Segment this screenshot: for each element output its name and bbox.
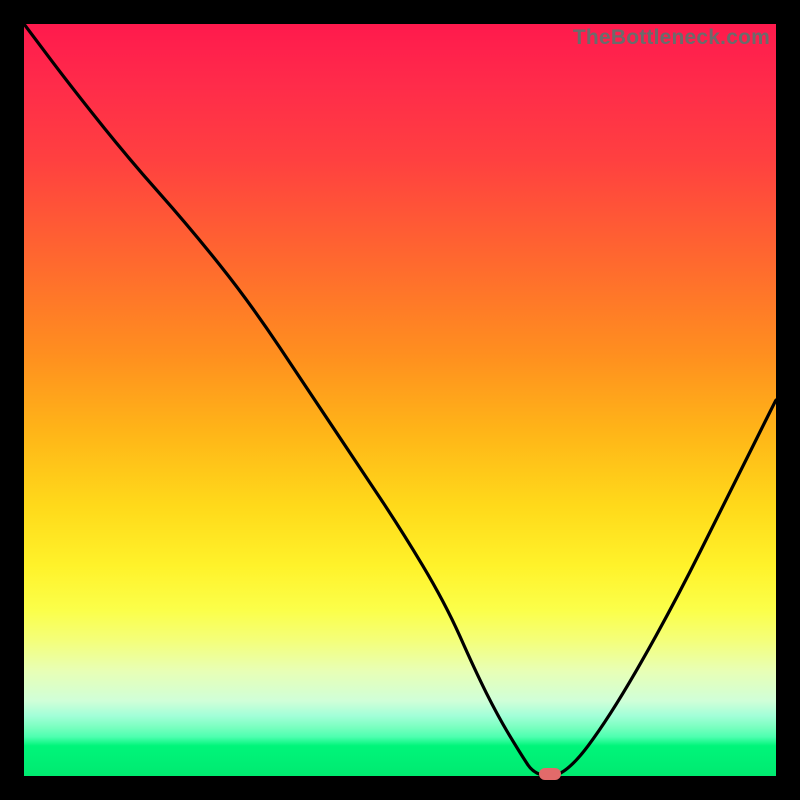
plot-area: TheBottleneck.com bbox=[24, 24, 776, 776]
bottleneck-curve bbox=[24, 24, 776, 776]
chart-frame: TheBottleneck.com bbox=[0, 0, 800, 800]
curve-path bbox=[24, 24, 776, 776]
optimum-marker bbox=[539, 768, 561, 780]
